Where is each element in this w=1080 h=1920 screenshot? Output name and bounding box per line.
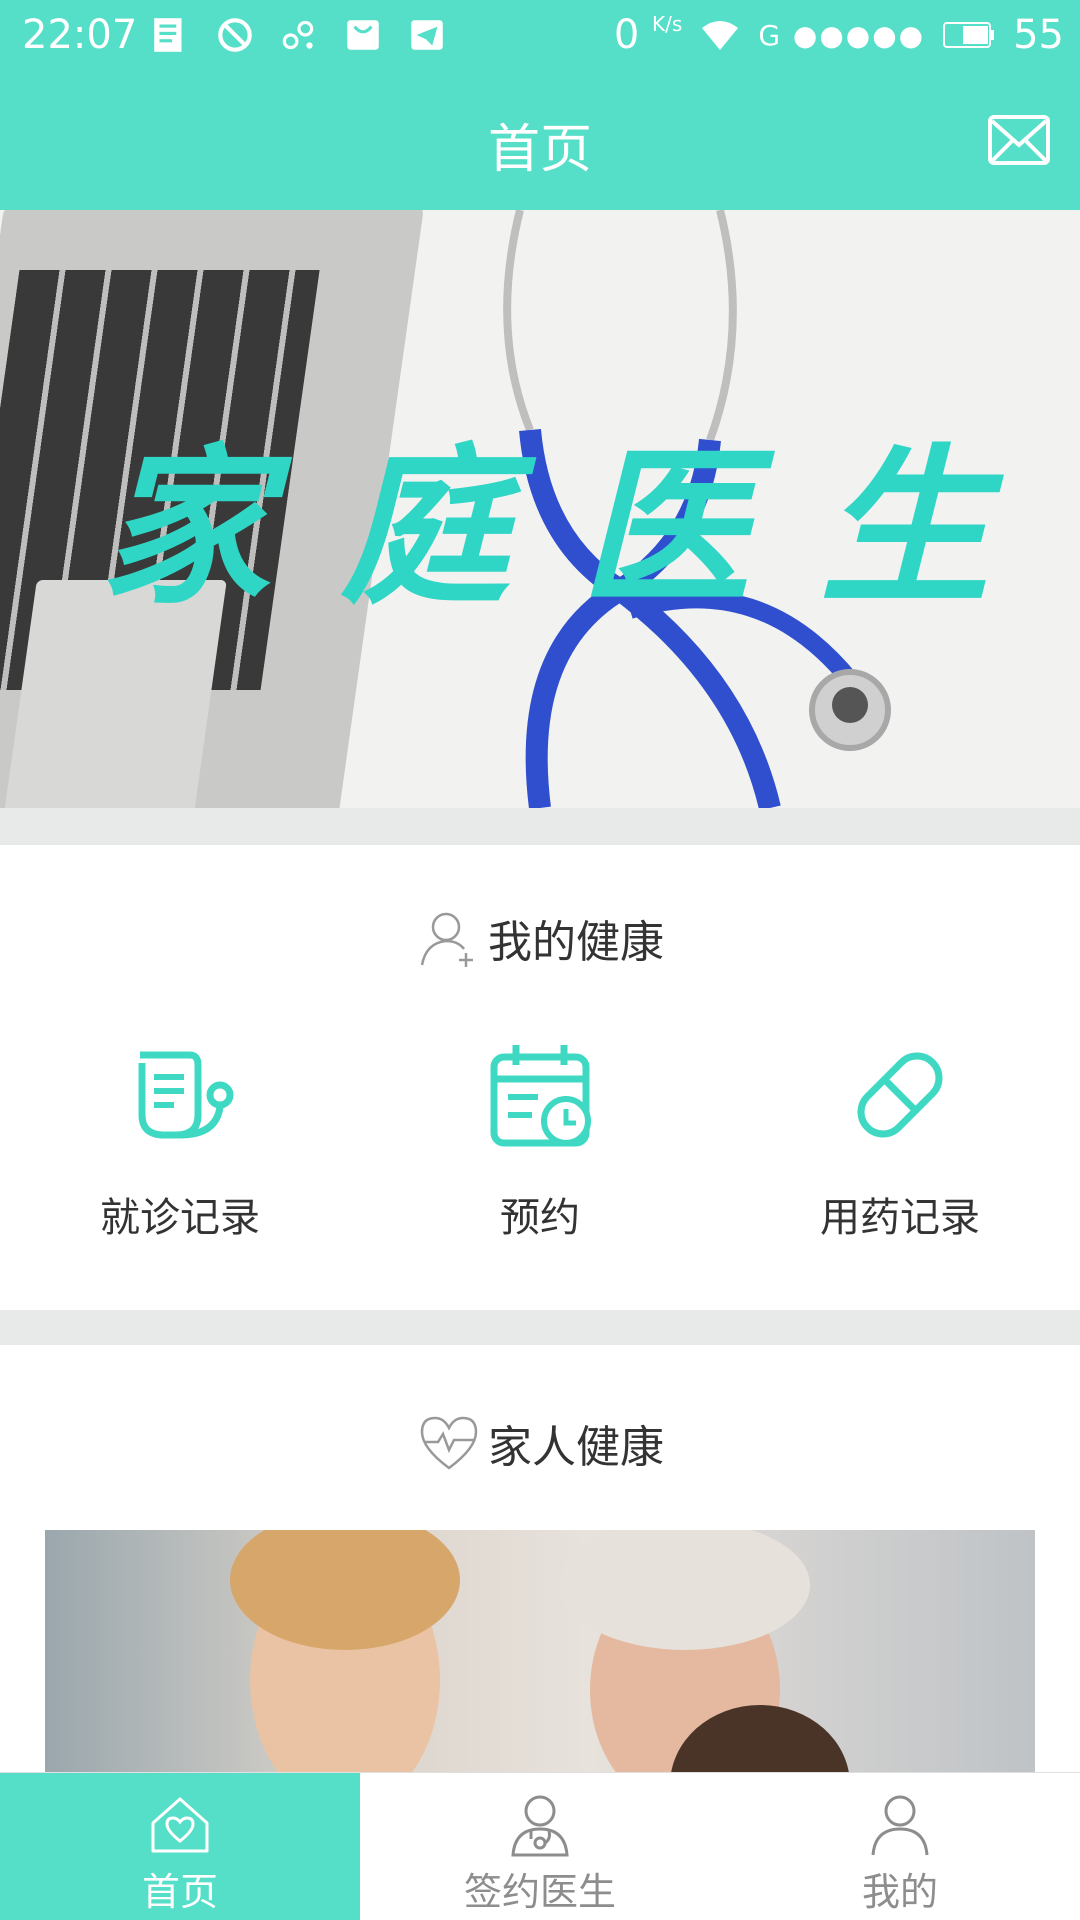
- telegram-icon: [411, 20, 443, 50]
- tab-label: 签约医生: [463, 1870, 616, 1914]
- banner-headline: 家 庭 医 生: [100, 390, 1000, 636]
- grid-item-visit-records[interactable]: 就诊记录: [0, 1035, 360, 1243]
- grid-item-label: 预约: [500, 1195, 580, 1241]
- status-right: 0 K/s G ●●●●● 55: [614, 12, 1064, 58]
- home-banner[interactable]: 家 庭 医 生: [0, 210, 1080, 808]
- profile-icon: [871, 1795, 929, 1856]
- headline-char: 庭: [339, 428, 520, 628]
- headline-char: 家: [100, 428, 281, 628]
- tab-signed-doctor[interactable]: 签约医生: [360, 1773, 720, 1920]
- grid-item-label: 用药记录: [820, 1195, 980, 1241]
- grid-item-label: 就诊记录: [100, 1195, 260, 1241]
- page-title: 首页: [487, 120, 592, 180]
- status-time: 22:07: [22, 12, 138, 58]
- my-health-grid: 就诊记录 预约 用药记录: [0, 1035, 1080, 1243]
- heartbeat-icon: [420, 1416, 478, 1470]
- calendar-clock-icon: [490, 1045, 591, 1147]
- app-header: 首页: [0, 75, 1080, 210]
- block-icon: [218, 18, 252, 52]
- status-bar: 22:07 0 K/s G ●●●●● 55: [0, 0, 1080, 75]
- headline-char: 医: [579, 428, 760, 628]
- capsule-icon: [857, 1052, 943, 1138]
- notification-icons: [150, 14, 448, 56]
- network-signal: G ●●●●●: [758, 18, 926, 52]
- my-health-heading: 我的健康: [0, 905, 1080, 971]
- doctor-icon: [511, 1795, 569, 1857]
- bottom-tab-bar: 首页 签约医生 我的: [0, 1772, 1080, 1920]
- my-health-section: 我的健康 就诊记录 预约 用药记录: [0, 845, 1080, 1310]
- grid-item-medication-records[interactable]: 用药记录: [720, 1035, 1080, 1243]
- tab-label: 我的: [861, 1870, 938, 1914]
- tab-mine[interactable]: 我的: [720, 1773, 1080, 1920]
- net-speed: 0 K/s: [613, 12, 683, 58]
- family-photo[interactable]: [45, 1530, 1035, 1775]
- section-title: 家人健康: [488, 1422, 664, 1473]
- family-health-section: 家人健康: [0, 1345, 1080, 1775]
- battery-level: 55: [1013, 12, 1064, 58]
- add-user-icon: [420, 912, 473, 967]
- grandmother-hair: [560, 1530, 810, 1650]
- home-icon: [151, 1797, 209, 1853]
- headline-char: 生: [819, 428, 1000, 628]
- family-health-heading: 家人健康: [0, 1410, 1080, 1476]
- store-icon: [347, 20, 379, 50]
- tab-label: 首页: [141, 1870, 218, 1914]
- stethoscope-record-icon: [138, 1051, 234, 1139]
- route-icon: [282, 20, 314, 50]
- tab-home[interactable]: 首页: [0, 1773, 360, 1920]
- news-icon: [154, 18, 182, 52]
- mail-icon[interactable]: [988, 115, 1050, 165]
- grid-item-appointment[interactable]: 预约: [360, 1035, 720, 1243]
- battery-icon: [943, 22, 995, 48]
- wifi-icon: [702, 21, 739, 50]
- section-title: 我的健康: [488, 917, 664, 968]
